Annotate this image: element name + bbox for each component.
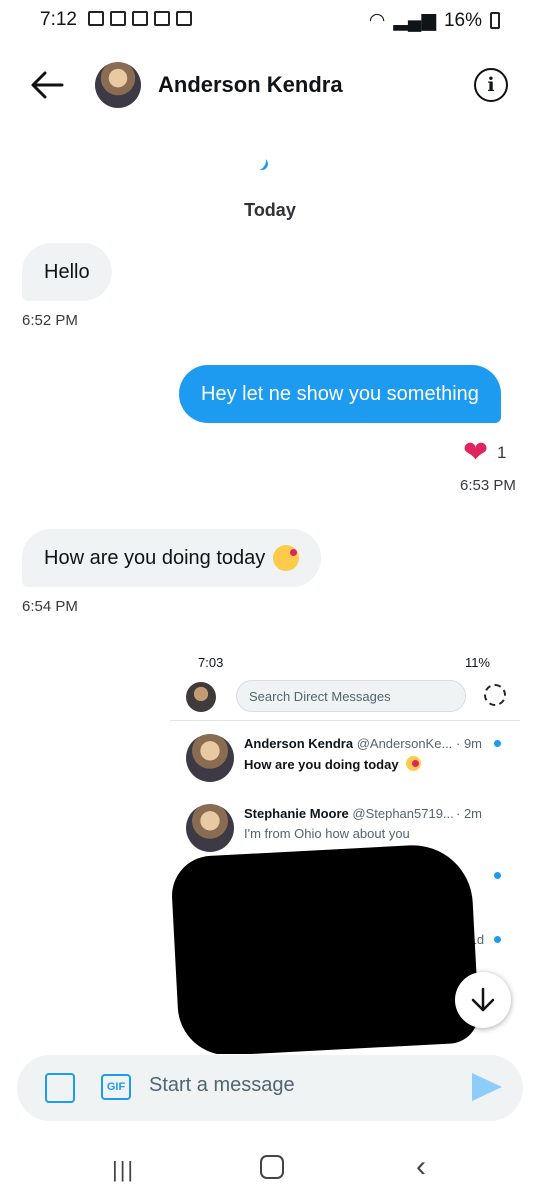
notification-icon	[176, 11, 192, 26]
arrow-left-icon[interactable]	[30, 70, 64, 100]
message-bubble-incoming[interactable]: Hello	[22, 243, 112, 301]
list-item-time: · 2m	[456, 806, 482, 821]
notification-icon	[88, 11, 104, 26]
message-composer: GIF	[17, 1055, 523, 1121]
list-item-time: · 9m	[456, 736, 482, 751]
message-timestamp: 6:53 PM	[460, 477, 516, 494]
list-item-name: Anderson Kendra @AndersonKe...	[244, 736, 456, 751]
list-item-display-name: Stephanie Moore	[244, 806, 349, 821]
heart-reaction-icon[interactable]: ❤	[463, 438, 488, 468]
divider	[170, 720, 520, 721]
status-time: 7:12	[40, 9, 77, 30]
arrow-down-icon	[471, 987, 495, 1012]
back-icon[interactable]: ‹	[416, 1150, 426, 1184]
list-item: Anderson Kendra @AndersonKe... · 9m How …	[170, 726, 520, 796]
kiss-emoji-icon	[273, 545, 300, 571]
unread-dot-icon	[494, 740, 501, 747]
avatar[interactable]	[95, 62, 141, 108]
signal-icon: ▂▄▆	[393, 10, 436, 31]
list-item-handle: @Stephan5719...	[352, 806, 454, 821]
image-icon[interactable]	[45, 1073, 75, 1103]
status-bar: 7:12 ◠ ▂▄▆ 16%	[0, 0, 540, 40]
avatar	[186, 682, 216, 712]
battery-icon	[490, 12, 500, 29]
list-item-preview: I'm from Ohio how about you	[244, 826, 410, 841]
reaction-count: 1	[497, 443, 507, 462]
battery-level: 16%	[443, 9, 482, 31]
shared-image-search-bar: Search Direct Messages	[236, 680, 466, 712]
avatar	[186, 734, 234, 782]
notification-icon	[132, 11, 148, 26]
unread-dot-icon	[494, 936, 501, 943]
notification-icons	[88, 11, 192, 26]
recent-apps-icon[interactable]: |||	[112, 1157, 135, 1183]
system-nav-bar: ||| ‹	[0, 1140, 540, 1200]
gif-button[interactable]: GIF	[101, 1074, 131, 1100]
wifi-icon: ◠	[368, 10, 386, 31]
system-icons: ◠ ▂▄▆ 16%	[369, 9, 500, 32]
contact-name[interactable]: Anderson Kendra	[158, 72, 343, 98]
notification-icon	[110, 11, 126, 26]
info-icon[interactable]: i	[474, 68, 508, 102]
message-text: Hello	[44, 260, 90, 283]
message-input[interactable]	[149, 1074, 449, 1097]
avatar	[186, 804, 234, 852]
list-item-name: Stephanie Moore @Stephan5719...	[244, 806, 456, 821]
scroll-down-button[interactable]	[455, 972, 511, 1028]
message-timestamp: 6:54 PM	[22, 598, 78, 615]
date-separator: Today	[244, 200, 296, 220]
message-timestamp: 6:52 PM	[22, 312, 78, 329]
message-text: Hey let ne show you something	[201, 382, 479, 405]
conversation-header: Anderson Kendra i	[0, 50, 540, 120]
notification-icon	[154, 11, 170, 26]
message-bubble-outgoing[interactable]: Hey let ne show you something	[179, 365, 501, 423]
kiss-emoji-icon	[406, 756, 422, 771]
gear-icon	[484, 684, 506, 706]
shared-image-battery: 11%	[464, 655, 490, 670]
home-icon[interactable]	[260, 1155, 284, 1179]
send-icon[interactable]	[472, 1073, 502, 1101]
redaction-scribble	[170, 842, 481, 1054]
unread-dot-icon	[494, 872, 501, 879]
list-item-preview-text: How are you doing today	[244, 757, 399, 772]
list-item-handle: @AndersonKe...	[356, 736, 453, 751]
list-item-preview: How are you doing today	[244, 756, 422, 772]
list-item-display-name: Anderson Kendra	[244, 736, 354, 751]
shared-image-status-time: 7:03	[198, 655, 224, 670]
loading-spinner-icon	[253, 155, 271, 173]
message-text: How are you doing today	[44, 546, 266, 569]
message-bubble-incoming[interactable]: How are you doing today	[22, 529, 322, 587]
